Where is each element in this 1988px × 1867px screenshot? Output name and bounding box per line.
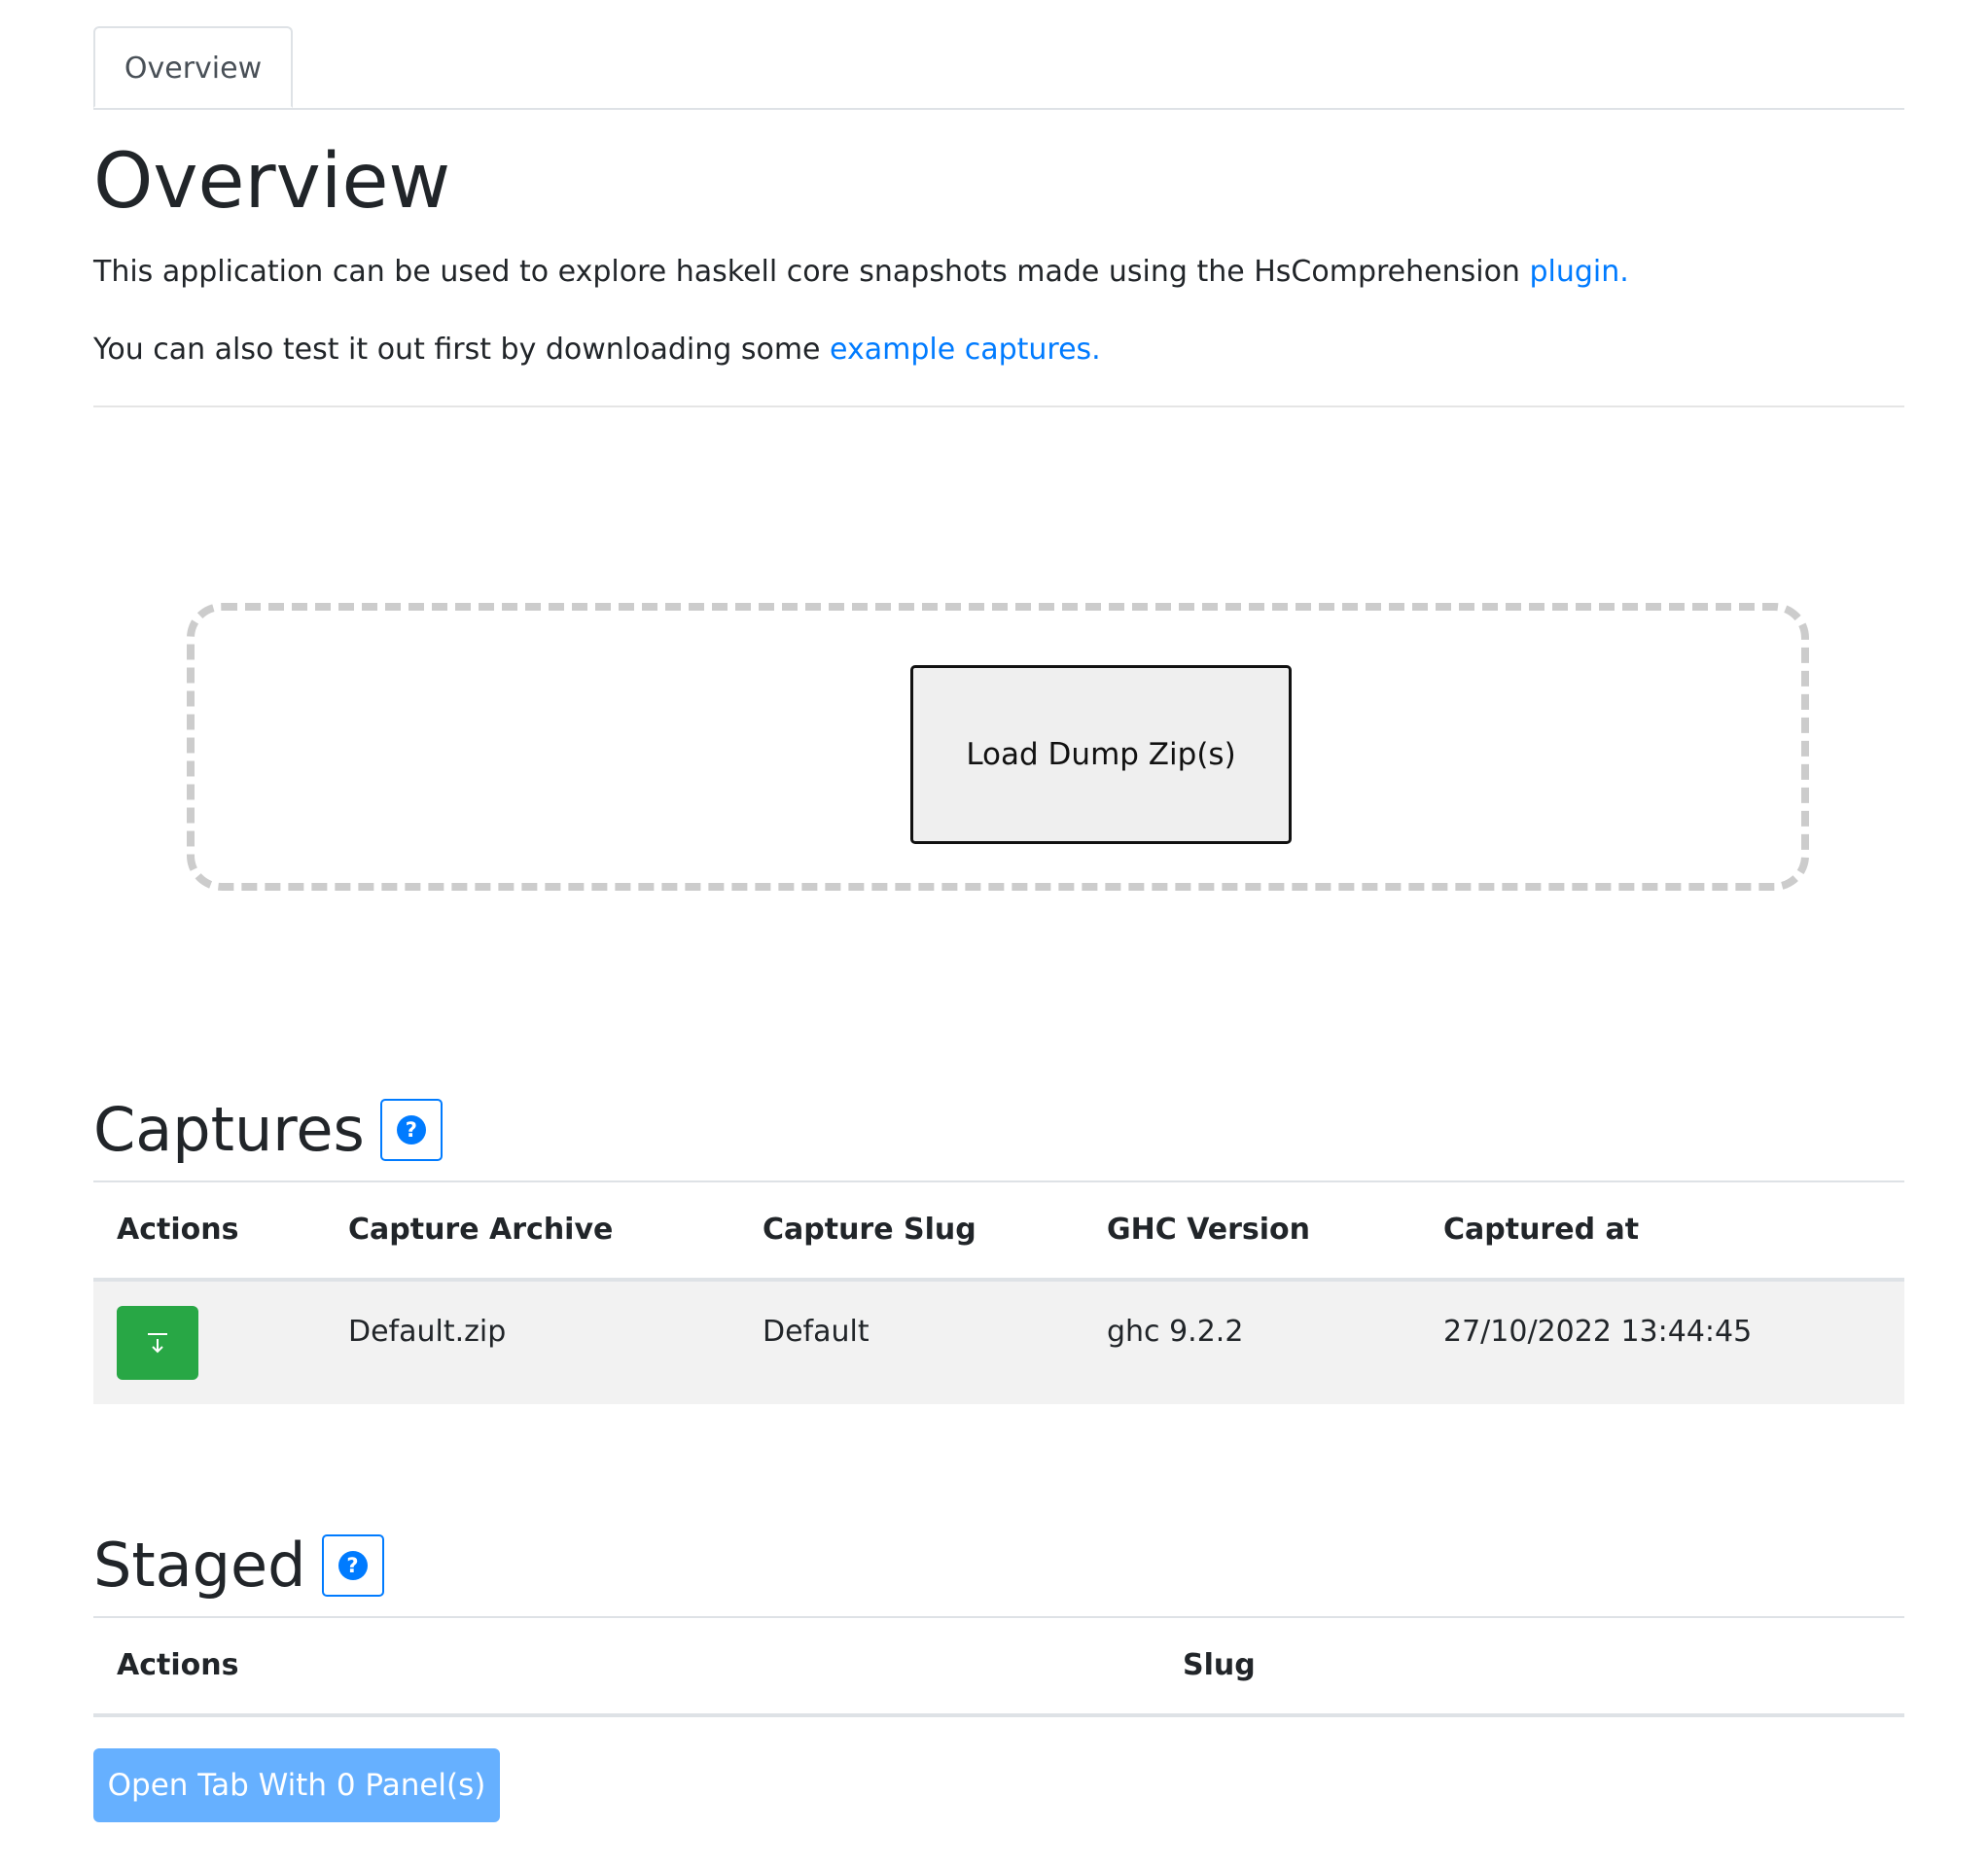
- open-tab-button[interactable]: Open Tab With 0 Panel(s): [93, 1748, 500, 1822]
- captured-at-cell: 27/10/2022 13:44:45: [1443, 1315, 1753, 1349]
- column-header-actions: Actions: [117, 1213, 239, 1247]
- capture-archive-cell: Default.zip: [348, 1315, 507, 1349]
- staged-table: Actions Slug: [93, 1616, 1904, 1717]
- page-title: Overview: [93, 138, 451, 226]
- download-button[interactable]: [117, 1306, 198, 1380]
- column-header-captured-at: Captured at: [1443, 1213, 1640, 1247]
- staged-table-header: Actions Slug: [93, 1618, 1904, 1717]
- tab-bar: Overview: [93, 0, 1904, 110]
- example-paragraph: You can also test it out first by downlo…: [93, 333, 1101, 368]
- captures-title: Captures: [93, 1094, 365, 1165]
- intro-paragraph: This application can be used to explore …: [93, 255, 1629, 290]
- column-header-actions: Actions: [117, 1648, 239, 1682]
- staged-title: Staged: [93, 1530, 306, 1601]
- question-icon: ?: [337, 1551, 368, 1580]
- download-icon: [148, 1333, 167, 1354]
- tab-overview[interactable]: Overview: [93, 26, 293, 108]
- staged-help-button[interactable]: ?: [321, 1534, 384, 1597]
- column-header-capture-archive: Capture Archive: [348, 1213, 614, 1247]
- intro-text: This application can be used to explore …: [93, 255, 1530, 289]
- column-header-ghc-version: GHC Version: [1107, 1213, 1311, 1247]
- example-captures-link[interactable]: example captures.: [830, 333, 1101, 367]
- file-drop-zone[interactable]: Load Dump Zip(s): [187, 603, 1809, 891]
- captures-help-button[interactable]: ?: [379, 1099, 443, 1161]
- captures-table-header: Actions Capture Archive Capture Slug GHC…: [93, 1182, 1904, 1282]
- staged-heading: Staged ?: [93, 1534, 384, 1597]
- load-dump-zip-button[interactable]: Load Dump Zip(s): [910, 665, 1292, 844]
- column-header-capture-slug: Capture Slug: [763, 1213, 976, 1247]
- ghc-version-cell: ghc 9.2.2: [1107, 1315, 1244, 1349]
- captures-heading: Captures ?: [93, 1099, 443, 1161]
- captures-table: Actions Capture Archive Capture Slug GHC…: [93, 1180, 1904, 1404]
- main-container: Overview Overview This application can b…: [93, 0, 1904, 1822]
- question-icon: ?: [396, 1115, 426, 1145]
- capture-slug-cell: Default: [763, 1315, 870, 1349]
- column-header-slug: Slug: [1183, 1648, 1256, 1682]
- plugin-link[interactable]: plugin.: [1529, 255, 1628, 289]
- example-text: You can also test it out first by downlo…: [93, 333, 831, 367]
- divider: [93, 405, 1904, 407]
- table-row: Default.zip Default ghc 9.2.2 27/10/2022…: [93, 1282, 1904, 1404]
